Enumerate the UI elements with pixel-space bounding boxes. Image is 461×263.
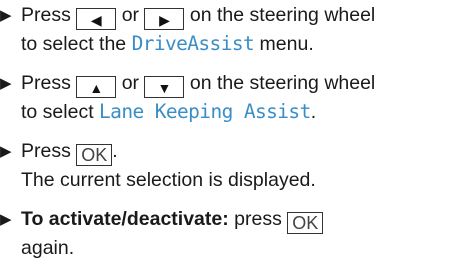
left-arrow-key: ◀: [76, 8, 117, 30]
menu-item-name: Lane Keeping Assist: [99, 100, 311, 123]
step-3-result: The current selection is displayed.: [21, 169, 316, 191]
menu-name: DriveAssist: [131, 32, 255, 55]
bullet-icon: ▶: [0, 75, 12, 92]
step-2-line-2: to select Lane Keeping Assist.: [21, 100, 317, 123]
down-arrow-icon: ▼: [157, 80, 172, 96]
right-arrow-key: ▶: [144, 8, 185, 30]
step-4-label: To activate/deactivate:: [21, 208, 229, 230]
ok-key: OK: [287, 212, 324, 234]
bullet-icon: ▶: [0, 7, 12, 24]
bullet-icon: ▶: [0, 143, 12, 160]
up-arrow-icon: ▲: [89, 80, 104, 96]
step-4-line-1: ▶ To activate/deactivate: press OK: [0, 207, 324, 234]
bullet-icon: ▶: [0, 211, 12, 228]
step-4-line-2: again.: [21, 237, 75, 259]
right-arrow-icon: ▶: [159, 12, 170, 28]
down-arrow-key: ▼: [144, 76, 185, 98]
instruction-list: ▶ Press ◀ or ▶ on the steering wheel to s…: [0, 0, 461, 263]
step-1-line-1: ▶ Press ◀ or ▶ on the steering wheel: [0, 4, 376, 30]
step-1-line-2: to select the DriveAssist menu.: [21, 32, 314, 55]
ok-key: OK: [76, 144, 113, 166]
up-arrow-key: ▲: [76, 76, 117, 98]
step-3-line-1: ▶ Press OK.: [0, 140, 118, 166]
left-arrow-icon: ◀: [90, 12, 102, 28]
step-2-line-1: ▶ Press ▲ or ▼ on the steering wheel: [0, 72, 376, 98]
